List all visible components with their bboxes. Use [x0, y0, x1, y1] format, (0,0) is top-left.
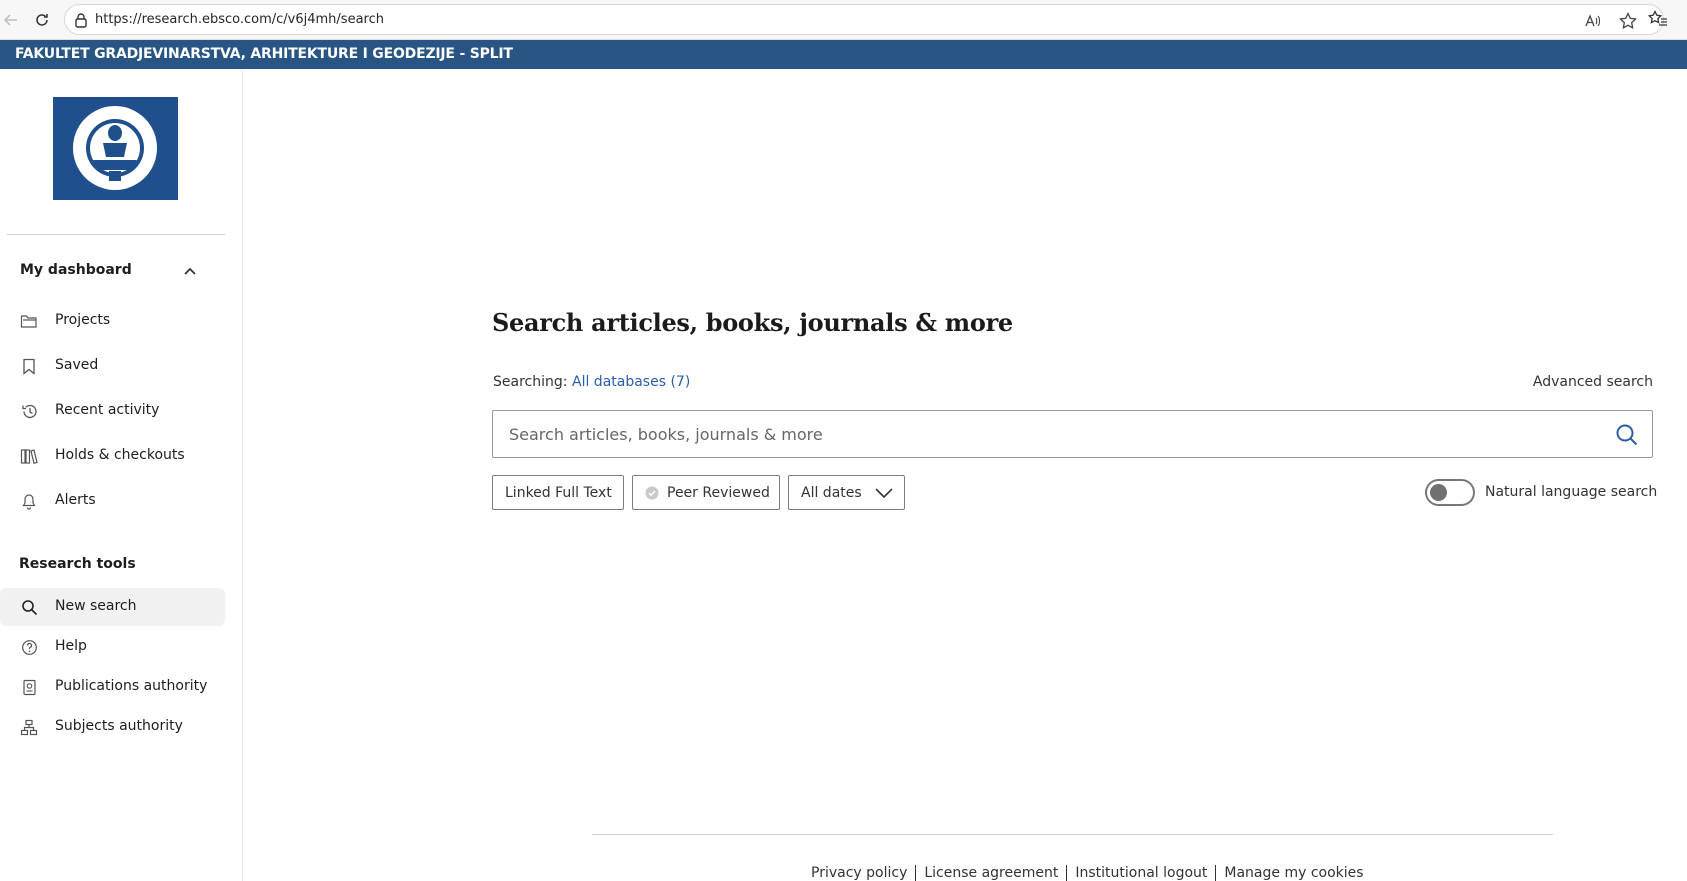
sidebar-item-label: Subjects authority [55, 718, 183, 734]
sidebar-item-label: Alerts [55, 492, 96, 508]
sidebar-divider [7, 234, 225, 235]
footer-links: Privacy policy License agreement Institu… [811, 865, 1372, 881]
url-text[interactable]: https://research.ebsco.com/c/v6j4mh/sear… [95, 12, 384, 27]
sidebar-item-subjects-authority[interactable]: Subjects authority [0, 708, 225, 746]
chevron-up-icon [184, 267, 196, 275]
search-submit-button[interactable] [1614, 422, 1640, 448]
reload-button[interactable] [31, 9, 53, 31]
university-logo[interactable] [53, 97, 178, 200]
star-icon [1619, 12, 1637, 30]
sidebar-item-label: Projects [55, 312, 111, 328]
databases-link[interactable]: All databases (7) [572, 374, 690, 390]
advanced-search-link[interactable]: Advanced search [1533, 374, 1653, 390]
browser-toolbar: https://research.ebsco.com/c/v6j4mh/sear… [0, 0, 1687, 40]
arrow-left-icon [3, 14, 17, 26]
privacy-policy-link[interactable]: Privacy policy [811, 865, 915, 881]
institutional-logout-link[interactable]: Institutional logout [1066, 865, 1215, 881]
search-input[interactable] [493, 411, 1593, 457]
search-box [492, 410, 1653, 458]
license-agreement-link[interactable]: License agreement [915, 865, 1066, 881]
bell-icon [20, 492, 38, 510]
reload-icon [36, 14, 48, 26]
peer-reviewed-filter[interactable]: Peer Reviewed [632, 475, 780, 510]
filter-label: Peer Reviewed [667, 484, 770, 501]
bookmark-icon [20, 357, 38, 375]
institution-name: FAKULTET GRADJEVINARSTVA, ARHITEKTURE I … [15, 46, 513, 62]
searching-label: Searching: [493, 374, 568, 390]
dashboard-heading[interactable]: My dashboard [20, 262, 132, 278]
sidebar-item-label: Help [55, 638, 87, 654]
dashboard-collapse-toggle[interactable] [181, 262, 199, 280]
books-icon [20, 447, 38, 465]
read-aloud-button[interactable] [1583, 11, 1603, 31]
sidebar-item-publications-authority[interactable]: Publications authority [0, 668, 225, 706]
favorites-list-button[interactable] [1648, 9, 1668, 29]
filter-label: Linked Full Text [505, 484, 612, 501]
sidebar-item-new-search[interactable]: New search [0, 588, 225, 626]
search-icon [1616, 424, 1638, 446]
address-bar[interactable]: https://research.ebsco.com/c/v6j4mh/sear… [64, 4, 1664, 35]
sidebar-item-recent-activity[interactable]: Recent activity [0, 392, 225, 430]
folder-icon [20, 312, 38, 330]
history-icon [20, 402, 38, 420]
research-tools-heading: Research tools [19, 556, 136, 572]
sidebar-item-label: New search [55, 598, 137, 614]
sidebar-item-saved[interactable]: Saved [0, 347, 225, 385]
sidebar-item-help[interactable]: Help [0, 628, 225, 666]
natural-language-toggle[interactable] [1425, 479, 1475, 506]
sidebar-item-label: Holds & checkouts [55, 447, 185, 463]
sidebar: My dashboard Projects Saved Recent activ… [0, 69, 243, 881]
sidebar-item-label: Recent activity [55, 402, 160, 418]
sidebar-item-label: Saved [55, 357, 99, 373]
toggle-knob [1430, 484, 1447, 501]
lock-icon [75, 13, 87, 28]
sidebar-item-label: Publications authority [55, 678, 208, 694]
page-title: Search articles, books, journals & more [492, 308, 1013, 337]
chevron-down-icon [874, 487, 894, 499]
publication-icon [20, 678, 38, 696]
favorite-button[interactable] [1618, 11, 1638, 31]
manage-cookies-link[interactable]: Manage my cookies [1215, 865, 1371, 881]
natural-language-label: Natural language search [1485, 484, 1658, 500]
institution-banner: FAKULTET GRADJEVINARSTVA, ARHITEKTURE I … [0, 40, 1687, 69]
sidebar-item-alerts[interactable]: Alerts [0, 482, 225, 520]
check-circle-icon [645, 486, 659, 500]
hierarchy-icon [20, 718, 38, 736]
read-aloud-icon [1585, 14, 1601, 27]
date-range-dropdown[interactable]: All dates [788, 475, 905, 510]
university-seal-icon [53, 97, 178, 200]
linked-full-text-filter[interactable]: Linked Full Text [492, 475, 624, 510]
back-button[interactable] [0, 9, 22, 31]
sidebar-item-holds-checkouts[interactable]: Holds & checkouts [0, 437, 225, 475]
footer-divider [592, 834, 1553, 835]
help-icon [20, 638, 38, 656]
favorites-list-icon [1648, 10, 1667, 26]
sidebar-item-projects[interactable]: Projects [0, 302, 225, 340]
search-icon [20, 598, 38, 616]
filter-label: All dates [801, 484, 862, 501]
